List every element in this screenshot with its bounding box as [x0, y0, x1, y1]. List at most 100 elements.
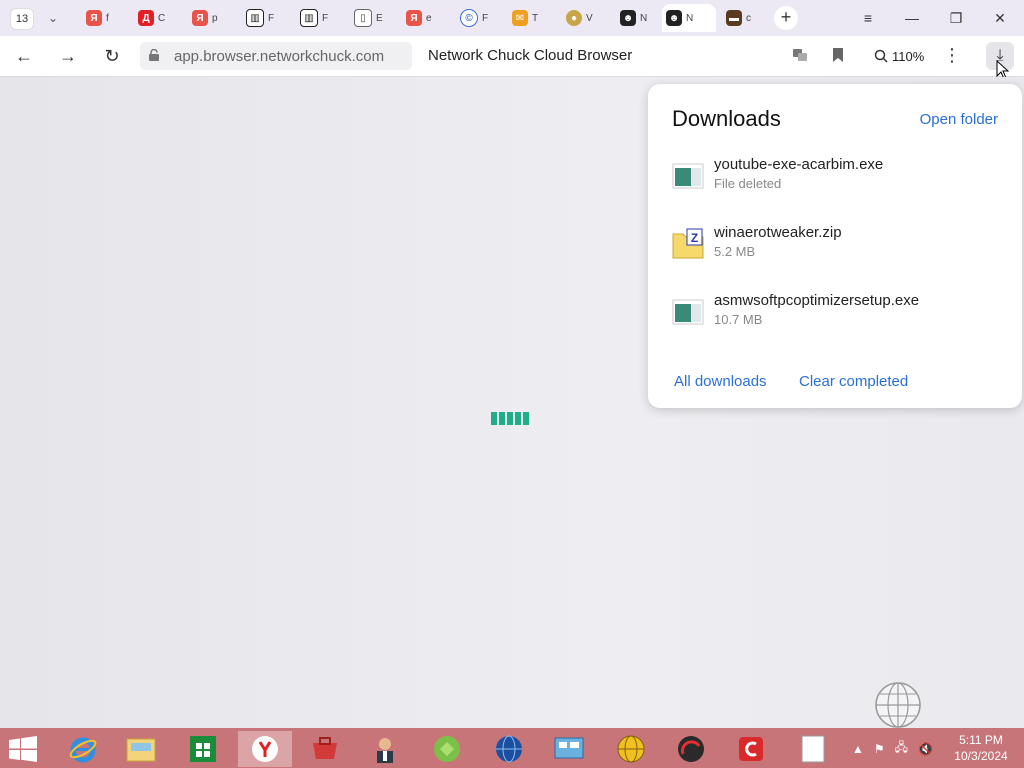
taskbar: ▲ ⚑ 🖧 🔇 5:11 PM 10/3/2024 [0, 728, 1024, 768]
mail-favicon-icon: ✉ [512, 10, 528, 26]
lock-icon[interactable] [148, 49, 160, 61]
video-favicon-icon: ▬ [726, 10, 742, 26]
notepad-icon[interactable] [786, 731, 840, 767]
tab-8[interactable]: © F [456, 4, 496, 32]
tab-13[interactable]: ▬ c [722, 4, 762, 32]
tab-label: c [746, 12, 751, 24]
tab-label: F [482, 12, 489, 24]
tab-10[interactable]: ● V [562, 4, 602, 32]
svg-text:Z: Z [691, 231, 698, 245]
red-favicon-icon: Д [138, 10, 154, 26]
chevron-down-icon[interactable]: ⌄ [44, 10, 62, 26]
tab-label: T [532, 12, 539, 24]
downloads-title: Downloads [672, 106, 781, 131]
building-favicon-icon: ▥ [246, 9, 264, 27]
circle-favicon-icon: © [460, 9, 478, 27]
download-item[interactable]: youtube-exe-acarbim.exe File deleted [672, 156, 1002, 206]
windows-start-icon[interactable] [8, 736, 38, 762]
tab-count-badge[interactable]: 13 [10, 8, 34, 30]
globe-favicon-icon: ● [566, 10, 582, 26]
system-clock[interactable]: 5:11 PM 10/3/2024 [946, 732, 1016, 764]
hacker-favicon-icon: ☻ [666, 10, 682, 26]
clear-completed-link[interactable]: Clear completed [799, 373, 908, 390]
tab-6[interactable]: ▯ E [350, 4, 390, 32]
system-tray: ▲ ⚑ 🖧 🔇 [852, 738, 933, 759]
clock-time: 5:11 PM [959, 733, 1003, 747]
yandex-favicon-icon: Я [406, 10, 422, 26]
tab-7[interactable]: Яe [402, 4, 442, 32]
network-icon[interactable]: 🖧 [895, 738, 908, 759]
tab-label: F [268, 12, 275, 24]
new-tab-button[interactable]: + [774, 6, 798, 30]
reload-button[interactable]: ↻ [100, 44, 124, 68]
document-favicon-icon: ▯ [354, 9, 372, 27]
tab-12-active[interactable]: ☻ N [662, 4, 716, 32]
file-status: File deleted [714, 176, 782, 191]
speedometer-icon[interactable] [664, 731, 718, 767]
yellow-globe-icon[interactable] [604, 731, 658, 767]
clock-date: 10/3/2024 [954, 749, 1008, 763]
loading-indicator [491, 412, 529, 425]
building-favicon-icon: ▥ [300, 9, 318, 27]
more-options-button[interactable]: ⋮ [942, 44, 962, 68]
tab-label: р [212, 12, 218, 24]
zoom-level: 110% [892, 48, 925, 64]
tab-3[interactable]: Яр [188, 4, 228, 32]
yandex-browser-icon[interactable] [238, 731, 292, 767]
tab-11[interactable]: ☻ N [616, 4, 656, 32]
exe-icon [672, 163, 704, 189]
bookmark-icon[interactable] [830, 47, 846, 63]
forward-button[interactable]: → [56, 44, 80, 68]
tab-9[interactable]: ✉ T [508, 4, 548, 32]
tab-1[interactable]: Яf [82, 4, 122, 32]
download-item[interactable]: asmwsoftpcoptimizersetup.exe 10.7 MB [672, 292, 1002, 342]
internet-explorer-icon[interactable] [56, 731, 110, 767]
volume-muted-icon[interactable]: 🔇 [918, 742, 933, 756]
back-button[interactable]: ← [12, 44, 36, 68]
restore-button[interactable]: ❐ [944, 8, 968, 28]
green-app-icon[interactable] [420, 731, 474, 767]
yandex-favicon-icon: Я [86, 10, 102, 26]
browser-toolbar: ← → ↻ app.browser.networkchuck.com Netwo… [0, 36, 1024, 77]
download-item[interactable]: Z winaerotweaker.zip 5.2 MB [672, 224, 1002, 274]
exe-icon [672, 299, 704, 325]
tab-4[interactable]: ▥ F [242, 4, 282, 32]
file-name: winaerotweaker.zip [714, 224, 842, 241]
close-button[interactable]: ✕ [988, 8, 1012, 28]
file-size: 5.2 MB [714, 244, 756, 259]
zoom-indicator[interactable]: 110% [866, 42, 932, 70]
agent-icon[interactable] [358, 731, 412, 767]
page-title: Network Chuck Cloud Browser [428, 47, 633, 64]
minimize-button[interactable]: — [900, 8, 924, 28]
tab-label: N [640, 12, 648, 24]
zoom-icon [874, 49, 888, 63]
file-explorer-icon[interactable] [114, 731, 168, 767]
tab-2[interactable]: ДC [134, 4, 174, 32]
zip-icon: Z [672, 228, 704, 259]
hacker-favicon-icon: ☻ [620, 10, 636, 26]
tab-label: E [376, 12, 383, 24]
all-downloads-link[interactable]: All downloads [674, 373, 767, 390]
network-globe-icon[interactable] [482, 731, 536, 767]
ccleaner-icon[interactable] [724, 731, 778, 767]
browser-menu-button[interactable]: ≡ [856, 8, 880, 28]
translate-icon[interactable] [792, 47, 808, 63]
yandex-favicon-icon: Я [192, 10, 208, 26]
chevron-up-icon[interactable]: ▲ [852, 742, 864, 756]
tab-label: V [586, 12, 593, 24]
tab-5[interactable]: ▥ F [296, 4, 336, 32]
file-size: 10.7 MB [714, 312, 763, 327]
url-text[interactable]: app.browser.networkchuck.com [174, 48, 384, 65]
tab-label: N [686, 12, 694, 24]
tab-label: C [158, 12, 166, 24]
tab-label: F [322, 12, 329, 24]
address-bar[interactable]: app.browser.networkchuck.com [140, 42, 412, 70]
store-icon[interactable] [176, 731, 230, 767]
tab-label: f [106, 12, 109, 24]
globe-icon[interactable] [874, 681, 922, 729]
tab-label: e [426, 12, 432, 24]
flag-icon[interactable]: ⚑ [874, 742, 885, 756]
toolbox-icon[interactable] [298, 731, 352, 767]
open-folder-link[interactable]: Open folder [920, 111, 998, 128]
control-panel-icon[interactable] [542, 731, 596, 767]
